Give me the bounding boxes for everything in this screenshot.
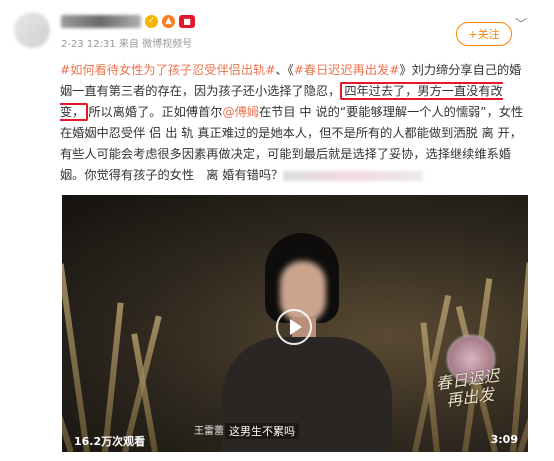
- flame-icon: ▲: [162, 14, 175, 28]
- post-source[interactable]: 微博视频号: [142, 39, 192, 50]
- play-icon[interactable]: [276, 309, 312, 345]
- level-badge-icon: ■: [179, 14, 195, 28]
- text-quote-close: 》: [399, 63, 412, 77]
- text-separator: 、《: [275, 63, 294, 77]
- post-time: 2-23 12:31: [61, 39, 116, 50]
- speaker-name: 王雷蕾: [194, 426, 224, 437]
- post-text-part: 所以离婚了。正如傅首尔: [88, 105, 223, 119]
- view-count: 16.2万次观看: [74, 435, 146, 448]
- post-body: #如何看待女性为了孩子忍受伴侣出轨#、《#春日迟迟再出发#》刘力缔分享自己的婚姻…: [60, 60, 528, 186]
- video-subtitle: 这男生不累吗: [225, 423, 299, 439]
- source-prefix: 来自: [118, 39, 139, 50]
- mention-link[interactable]: @傅姆: [222, 105, 259, 119]
- chevron-down-icon[interactable]: ﹀: [515, 15, 527, 32]
- topic-link[interactable]: #春日迟迟再出发#: [294, 63, 400, 77]
- verified-badge-icon: ✓: [145, 14, 158, 28]
- username-blurred[interactable]: [61, 14, 141, 28]
- video-person: [222, 233, 392, 452]
- post-meta: 2-23 12:31 来自 微博视频号: [61, 35, 192, 50]
- blurred-mention: [283, 170, 424, 181]
- avatar[interactable]: [14, 12, 50, 48]
- video-duration: 3:09: [490, 433, 518, 446]
- follow-button[interactable]: +关注: [456, 22, 512, 46]
- topic-link[interactable]: #如何看待女性为了孩子忍受伴侣出轨#: [60, 63, 275, 77]
- video-player[interactable]: 春日迟迟再出发 王雷蕾 这男生不累吗 16.2万次观看 3:09: [62, 195, 528, 452]
- username[interactable]: ✓ ▲ ■: [61, 12, 195, 30]
